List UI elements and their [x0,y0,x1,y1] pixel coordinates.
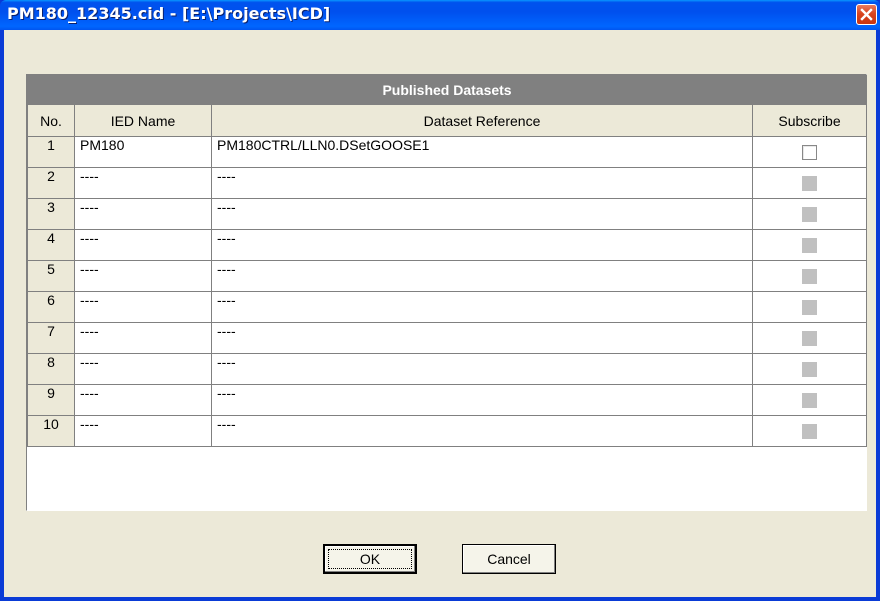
column-header-subscribe: Subscribe [751,104,868,137]
dataset-reference-cell: ---- [211,198,753,230]
subscribe-cell [751,260,868,292]
column-header-dataset-reference: Dataset Reference [211,104,753,137]
close-icon [860,8,873,21]
row-number: 5 [27,260,75,292]
subscribe-cell [751,291,868,323]
dataset-reference-cell: ---- [211,167,753,199]
ied-name-cell: PM180 [74,136,212,168]
table-row: 8 ---- ---- [27,353,868,385]
title-bar[interactable]: PM180_12345.cid - [E:\Projects\ICD] [0,0,880,30]
dataset-reference-cell: ---- [211,229,753,261]
focus-rectangle [328,549,412,569]
ied-name-cell: ---- [74,322,212,354]
subscribe-checkbox [802,362,818,377]
row-number: 6 [27,291,75,323]
subscribe-cell [751,415,868,447]
ied-name-cell: ---- [74,415,212,447]
cancel-button[interactable]: Cancel [462,544,556,574]
subscribe-checkbox [802,331,818,346]
ied-name-cell: ---- [74,384,212,416]
ied-name-cell: ---- [74,260,212,292]
close-button[interactable] [856,4,877,25]
table-row: 9 ---- ---- [27,384,868,416]
subscribe-cell [751,353,868,385]
row-number: 3 [27,198,75,230]
dataset-reference-cell: ---- [211,260,753,292]
table-row: 10 ---- ---- [27,415,868,447]
column-header-ied-name: IED Name [74,104,212,137]
dataset-reference-cell: ---- [211,322,753,354]
table-row: 7 ---- ---- [27,322,868,354]
table-row: 2 ---- ---- [27,167,868,199]
dataset-reference-cell: ---- [211,353,753,385]
subscribe-checkbox[interactable] [802,145,818,160]
row-number: 9 [27,384,75,416]
row-number: 10 [27,415,75,447]
subscribe-checkbox [802,300,818,315]
row-number: 4 [27,229,75,261]
subscribe-cell [751,322,868,354]
ied-name-cell: ---- [74,291,212,323]
subscribe-checkbox [802,393,818,408]
ied-name-cell: ---- [74,229,212,261]
subscribe-cell [751,198,868,230]
subscribe-checkbox [802,176,818,191]
row-number: 8 [27,353,75,385]
ied-name-cell: ---- [74,198,212,230]
table-caption: Published Datasets [26,75,868,105]
subscribe-checkbox [802,424,818,439]
ied-name-cell: ---- [74,353,212,385]
dataset-reference-cell: ---- [211,291,753,323]
dataset-reference-cell: ---- [211,384,753,416]
subscribe-cell [751,384,868,416]
table-row: 1 PM180 PM180CTRL/LLN0.DSetGOOSE1 [27,136,868,168]
table-row: 3 ---- ---- [27,198,868,230]
cancel-label: Cancel [487,551,531,567]
window-title: PM180_12345.cid - [E:\Projects\ICD] [7,4,331,23]
table-row: 5 ---- ---- [27,260,868,292]
dataset-reference-cell: PM180CTRL/LLN0.DSetGOOSE1 [211,136,753,168]
dataset-reference-cell: ---- [211,415,753,447]
row-number: 1 [27,136,75,168]
subscribe-checkbox [802,269,818,284]
ied-name-cell: ---- [74,167,212,199]
subscribe-checkbox [802,238,818,253]
table-row: 4 ---- ---- [27,229,868,261]
column-header-no: No. [27,104,75,137]
published-datasets-table: Published Datasets No. IED Name Dataset Re… [26,74,868,511]
row-number: 2 [27,167,75,199]
subscribe-cell [751,229,868,261]
table-row: 6 ---- ---- [27,291,868,323]
ok-button[interactable]: OK [323,544,417,574]
row-number: 7 [27,322,75,354]
subscribe-checkbox [802,207,818,222]
subscribe-cell [751,167,868,199]
dialog-window: PM180_12345.cid - [E:\Projects\ICD] Publ… [0,0,880,601]
subscribe-cell [751,136,868,168]
